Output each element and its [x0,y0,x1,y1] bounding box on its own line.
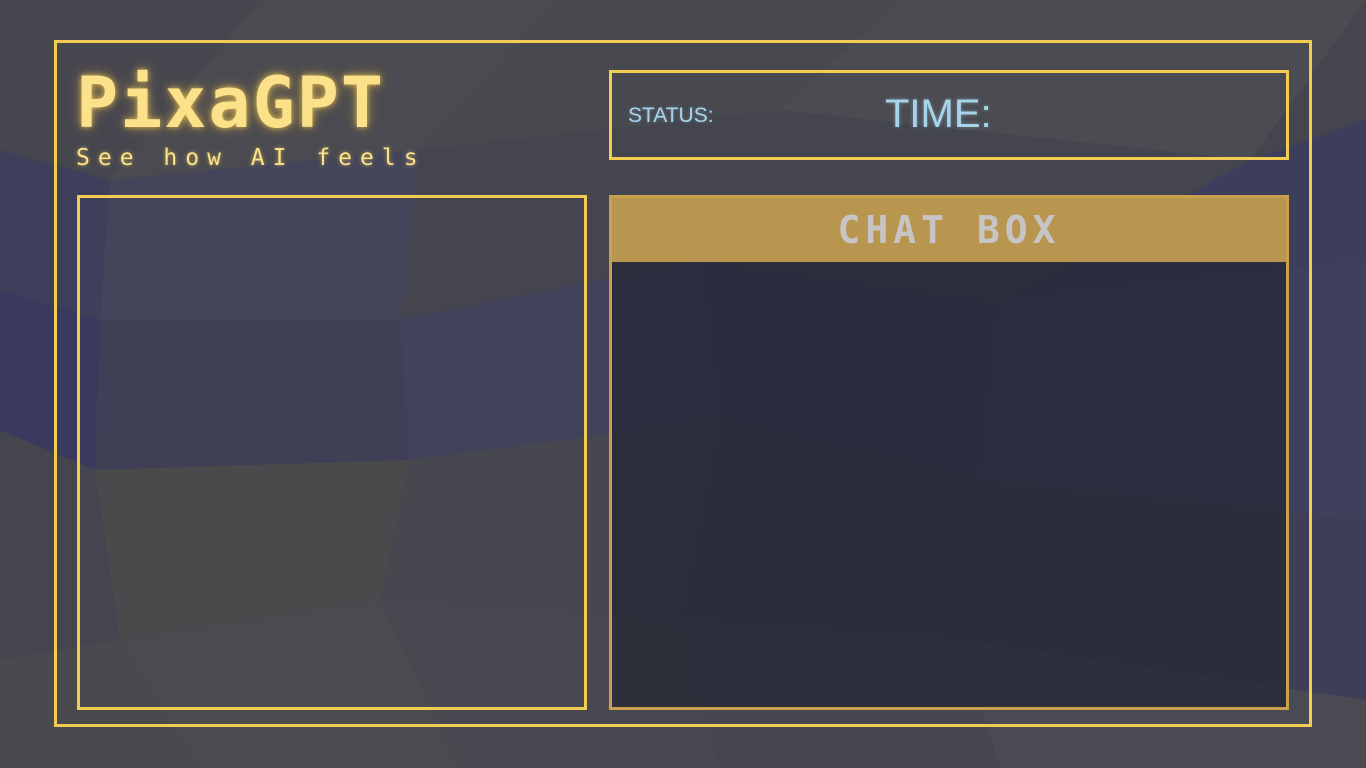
app-tagline: See how AI feels [76,145,426,171]
status-label: STATUS: [628,104,714,127]
status-bar: STATUS: TIME: [609,70,1289,160]
chat-message-area[interactable] [612,262,1286,707]
app-logo-title: PixaGPT [76,62,386,144]
avatar-display-panel [77,195,587,710]
time-label: TIME: [885,92,992,136]
chat-box-panel: CHAT BOX [609,195,1289,710]
chat-box-header: CHAT BOX [612,198,1286,262]
chat-box-title: CHAT BOX [837,208,1061,252]
